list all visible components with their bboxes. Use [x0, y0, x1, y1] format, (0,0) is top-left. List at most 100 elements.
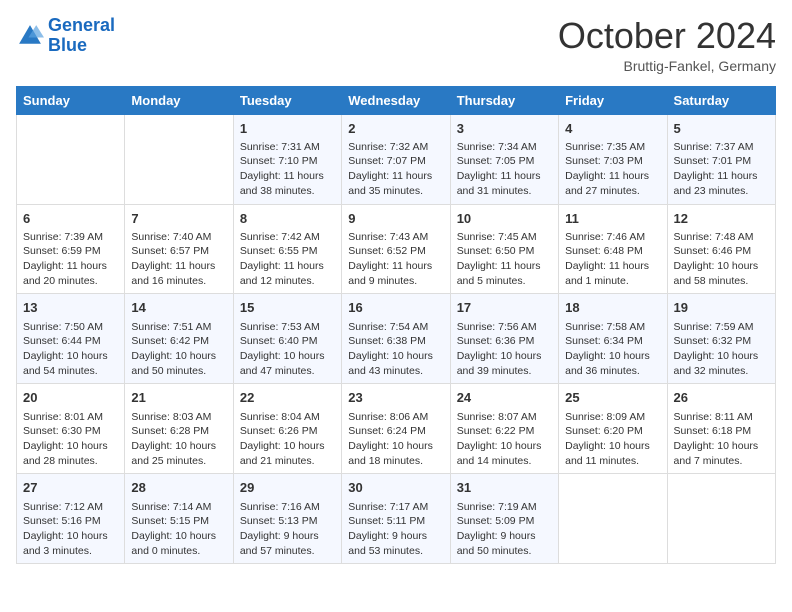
- day-info: Sunrise: 7:34 AMSunset: 7:05 PMDaylight:…: [457, 140, 552, 199]
- calendar-body: 1 Sunrise: 7:31 AMSunset: 7:10 PMDaylight…: [17, 114, 776, 564]
- day-info: Sunrise: 7:40 AMSunset: 6:57 PMDaylight:…: [131, 230, 226, 289]
- calendar-cell: 10 Sunrise: 7:45 AMSunset: 6:50 PMDayligh…: [450, 204, 558, 294]
- title-block: October 2024 Bruttig-Fankel, Germany: [558, 16, 776, 74]
- header-cell-thursday: Thursday: [450, 86, 558, 114]
- day-number: 14: [131, 299, 226, 317]
- calendar-cell: 7Sunrise: 7:40 AMSunset: 6:57 PMDaylight…: [125, 204, 233, 294]
- day-number: 30: [348, 479, 443, 497]
- calendar-cell: 28 Sunrise: 7:14 AMSunset: 5:15 PMDayligh…: [125, 474, 233, 564]
- calendar-cell: 23 Sunrise: 8:06 AMSunset: 6:24 PMDayligh…: [342, 384, 450, 474]
- day-number: 18: [565, 299, 660, 317]
- calendar-cell: 20 Sunrise: 8:01 AMSunset: 6:30 PMDayligh…: [17, 384, 125, 474]
- day-number: 2: [348, 120, 443, 138]
- day-info: Sunrise: 7:19 AMSunset: 5:09 PMDaylight:…: [457, 500, 552, 559]
- calendar-cell: 22 Sunrise: 8:04 AMSunset: 6:26 PMDayligh…: [233, 384, 341, 474]
- calendar-cell: 11Sunrise: 7:46 AMSunset: 6:48 PMDayligh…: [559, 204, 667, 294]
- day-info: Sunrise: 8:01 AMSunset: 6:30 PMDaylight:…: [23, 410, 118, 469]
- day-number: 23: [348, 389, 443, 407]
- day-info: Sunrise: 8:11 AMSunset: 6:18 PMDaylight:…: [674, 410, 769, 469]
- calendar-cell: 26 Sunrise: 8:11 AMSunset: 6:18 PMDayligh…: [667, 384, 775, 474]
- day-number: 21: [131, 389, 226, 407]
- calendar-cell: 19 Sunrise: 7:59 AMSunset: 6:32 PMDayligh…: [667, 294, 775, 384]
- week-row-1: 1 Sunrise: 7:31 AMSunset: 7:10 PMDaylight…: [17, 114, 776, 204]
- day-info: Sunrise: 8:07 AMSunset: 6:22 PMDaylight:…: [457, 410, 552, 469]
- day-number: 10: [457, 210, 552, 228]
- header-cell-saturday: Saturday: [667, 86, 775, 114]
- day-info: Sunrise: 7:32 AMSunset: 7:07 PMDaylight:…: [348, 140, 443, 199]
- calendar-cell: [17, 114, 125, 204]
- calendar-cell: 21 Sunrise: 8:03 AMSunset: 6:28 PMDayligh…: [125, 384, 233, 474]
- calendar-cell: 6Sunrise: 7:39 AMSunset: 6:59 PMDaylight…: [17, 204, 125, 294]
- day-info: Sunrise: 8:04 AMSunset: 6:26 PMDaylight:…: [240, 410, 335, 469]
- day-number: 6: [23, 210, 118, 228]
- calendar-cell: 3 Sunrise: 7:34 AMSunset: 7:05 PMDaylight…: [450, 114, 558, 204]
- calendar-cell: [667, 474, 775, 564]
- day-info: Sunrise: 7:56 AMSunset: 6:36 PMDaylight:…: [457, 320, 552, 379]
- day-number: 4: [565, 120, 660, 138]
- calendar-cell: 24 Sunrise: 8:07 AMSunset: 6:22 PMDayligh…: [450, 384, 558, 474]
- week-row-2: 6Sunrise: 7:39 AMSunset: 6:59 PMDaylight…: [17, 204, 776, 294]
- day-info: Sunrise: 8:06 AMSunset: 6:24 PMDaylight:…: [348, 410, 443, 469]
- day-number: 26: [674, 389, 769, 407]
- header-cell-monday: Monday: [125, 86, 233, 114]
- day-info: Sunrise: 7:46 AMSunset: 6:48 PMDaylight:…: [565, 230, 660, 289]
- day-info: Sunrise: 7:59 AMSunset: 6:32 PMDaylight:…: [674, 320, 769, 379]
- day-number: 9: [348, 210, 443, 228]
- week-row-3: 13Sunrise: 7:50 AMSunset: 6:44 PMDayligh…: [17, 294, 776, 384]
- calendar-header: SundayMondayTuesdayWednesdayThursdayFrid…: [17, 86, 776, 114]
- month-title: October 2024: [558, 16, 776, 56]
- calendar-cell: 9Sunrise: 7:43 AMSunset: 6:52 PMDaylight…: [342, 204, 450, 294]
- day-number: 12: [674, 210, 769, 228]
- calendar-cell: 15Sunrise: 7:53 AMSunset: 6:40 PMDayligh…: [233, 294, 341, 384]
- calendar-cell: 31 Sunrise: 7:19 AMSunset: 5:09 PMDayligh…: [450, 474, 558, 564]
- calendar-cell: [125, 114, 233, 204]
- day-number: 5: [674, 120, 769, 138]
- day-info: Sunrise: 7:45 AMSunset: 6:50 PMDaylight:…: [457, 230, 552, 289]
- day-info: Sunrise: 7:58 AMSunset: 6:34 PMDaylight:…: [565, 320, 660, 379]
- calendar-cell: [559, 474, 667, 564]
- day-info: Sunrise: 7:54 AMSunset: 6:38 PMDaylight:…: [348, 320, 443, 379]
- calendar-cell: 13Sunrise: 7:50 AMSunset: 6:44 PMDayligh…: [17, 294, 125, 384]
- header-cell-friday: Friday: [559, 86, 667, 114]
- day-info: Sunrise: 7:16 AMSunset: 5:13 PMDaylight:…: [240, 500, 335, 559]
- day-info: Sunrise: 7:12 AMSunset: 5:16 PMDaylight:…: [23, 500, 118, 559]
- calendar-table: SundayMondayTuesdayWednesdayThursdayFrid…: [16, 86, 776, 565]
- day-number: 25: [565, 389, 660, 407]
- calendar-cell: 17Sunrise: 7:56 AMSunset: 6:36 PMDayligh…: [450, 294, 558, 384]
- calendar-cell: 1 Sunrise: 7:31 AMSunset: 7:10 PMDaylight…: [233, 114, 341, 204]
- calendar-cell: 27Sunrise: 7:12 AMSunset: 5:16 PMDayligh…: [17, 474, 125, 564]
- day-info: Sunrise: 7:31 AMSunset: 7:10 PMDaylight:…: [240, 140, 335, 199]
- calendar-cell: 5 Sunrise: 7:37 AMSunset: 7:01 PMDaylight…: [667, 114, 775, 204]
- day-info: Sunrise: 8:03 AMSunset: 6:28 PMDaylight:…: [131, 410, 226, 469]
- calendar-cell: 18 Sunrise: 7:58 AMSunset: 6:34 PMDayligh…: [559, 294, 667, 384]
- day-number: 19: [674, 299, 769, 317]
- day-number: 31: [457, 479, 552, 497]
- calendar-cell: 12Sunrise: 7:48 AMSunset: 6:46 PMDayligh…: [667, 204, 775, 294]
- day-number: 1: [240, 120, 335, 138]
- day-number: 20: [23, 389, 118, 407]
- day-info: Sunrise: 7:42 AMSunset: 6:55 PMDaylight:…: [240, 230, 335, 289]
- logo-line1: General: [48, 15, 115, 35]
- calendar-cell: 30 Sunrise: 7:17 AMSunset: 5:11 PMDayligh…: [342, 474, 450, 564]
- logo-text: General Blue: [48, 16, 115, 56]
- day-info: Sunrise: 7:17 AMSunset: 5:11 PMDaylight:…: [348, 500, 443, 559]
- week-row-4: 20 Sunrise: 8:01 AMSunset: 6:30 PMDayligh…: [17, 384, 776, 474]
- day-info: Sunrise: 7:37 AMSunset: 7:01 PMDaylight:…: [674, 140, 769, 199]
- day-number: 22: [240, 389, 335, 407]
- day-info: Sunrise: 8:09 AMSunset: 6:20 PMDaylight:…: [565, 410, 660, 469]
- day-info: Sunrise: 7:14 AMSunset: 5:15 PMDaylight:…: [131, 500, 226, 559]
- day-number: 24: [457, 389, 552, 407]
- calendar-cell: 25 Sunrise: 8:09 AMSunset: 6:20 PMDayligh…: [559, 384, 667, 474]
- day-info: Sunrise: 7:35 AMSunset: 7:03 PMDaylight:…: [565, 140, 660, 199]
- day-info: Sunrise: 7:50 AMSunset: 6:44 PMDaylight:…: [23, 320, 118, 379]
- page-header: General Blue October 2024 Bruttig-Fankel…: [16, 16, 776, 74]
- logo-icon: [16, 22, 44, 50]
- day-number: 29: [240, 479, 335, 497]
- header-cell-tuesday: Tuesday: [233, 86, 341, 114]
- header-cell-sunday: Sunday: [17, 86, 125, 114]
- day-number: 3: [457, 120, 552, 138]
- calendar-cell: 14Sunrise: 7:51 AMSunset: 6:42 PMDayligh…: [125, 294, 233, 384]
- day-number: 28: [131, 479, 226, 497]
- week-row-5: 27Sunrise: 7:12 AMSunset: 5:16 PMDayligh…: [17, 474, 776, 564]
- calendar-cell: 2 Sunrise: 7:32 AMSunset: 7:07 PMDaylight…: [342, 114, 450, 204]
